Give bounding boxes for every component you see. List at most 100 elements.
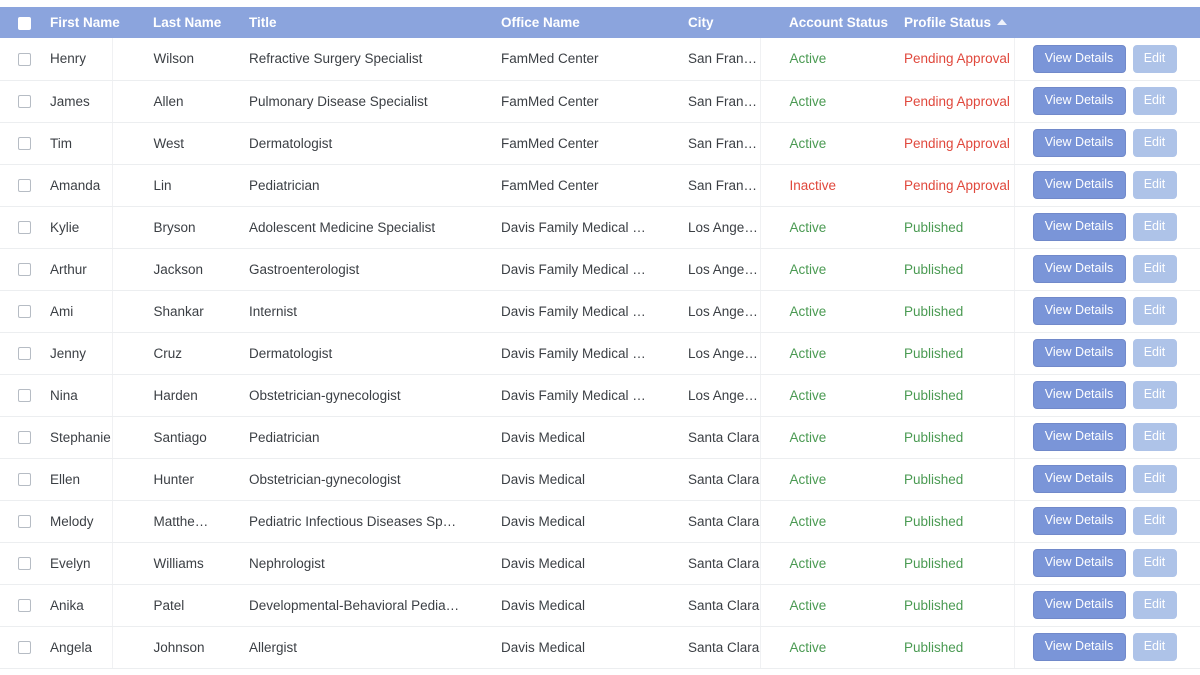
table-row[interactable]: Tim West Dermatologist FamMed Center San Fra… <box>0 122 1200 165</box>
row-select-cell[interactable] <box>0 626 42 669</box>
view-details-button[interactable]: View Details <box>1032 213 1126 241</box>
row-select-cell[interactable] <box>0 332 42 375</box>
row-select-cell[interactable] <box>0 458 42 501</box>
edit-button[interactable]: Edit <box>1132 87 1177 115</box>
cell-profile-status-text: Pending Approval <box>904 177 1010 193</box>
table-row[interactable]: Stephanie Santiago Pediatrician Davis Medic… <box>0 416 1200 459</box>
edit-button[interactable]: Edit <box>1132 465 1177 493</box>
table-row[interactable]: Henry Wilson Refractive Surgery Specialist… <box>0 38 1200 81</box>
table-row[interactable]: Arthur Jackson Gastroenterologist Davis Fam… <box>0 248 1200 291</box>
view-details-button[interactable]: View Details <box>1032 507 1126 535</box>
row-select-cell[interactable] <box>0 584 42 627</box>
edit-button[interactable]: Edit <box>1132 45 1177 73</box>
table-row[interactable]: Melody Matthews Pediatric Infectious Disea… <box>0 500 1200 543</box>
edit-button[interactable]: Edit <box>1132 171 1177 199</box>
row-checkbox[interactable] <box>18 305 31 319</box>
edit-button[interactable]: Edit <box>1132 633 1177 661</box>
row-checkbox[interactable] <box>18 599 31 613</box>
cell-office-name: FamMed Center <box>461 80 655 123</box>
edit-button[interactable]: Edit <box>1132 507 1177 535</box>
row-checkbox[interactable] <box>18 221 31 235</box>
view-details-button[interactable]: View Details <box>1032 297 1126 325</box>
table-row[interactable]: James Allen Pulmonary Disease Specialist Fa… <box>0 80 1200 123</box>
row-select-cell[interactable] <box>0 374 42 417</box>
cell-first-name-text: Kylie <box>50 219 80 235</box>
view-details-button[interactable]: View Details <box>1032 45 1126 73</box>
row-checkbox[interactable] <box>18 137 31 151</box>
table-row[interactable]: Ami Shankar Internist Davis Family Medical … <box>0 290 1200 333</box>
cell-last-name: Matthews <box>112 500 210 543</box>
row-select-cell[interactable] <box>0 290 42 333</box>
row-select-cell[interactable] <box>0 416 42 459</box>
table-row[interactable]: Evelyn Williams Nephrologist Davis Medical S… <box>0 542 1200 585</box>
cell-account-status: Active <box>760 374 879 417</box>
edit-button[interactable]: Edit <box>1132 423 1177 451</box>
edit-button[interactable]: Edit <box>1132 255 1177 283</box>
view-details-button[interactable]: View Details <box>1032 339 1126 367</box>
column-header-office-name[interactable]: Office Name <box>461 7 655 38</box>
view-details-button[interactable]: View Details <box>1032 591 1126 619</box>
row-select-cell[interactable] <box>0 500 42 543</box>
edit-button[interactable]: Edit <box>1132 213 1177 241</box>
table-row[interactable]: Jenny Cruz Dermatologist Davis Family Medic… <box>0 332 1200 375</box>
column-header-title[interactable]: Title <box>210 7 461 38</box>
cell-office-name-text: Davis Family Medical Group <box>501 303 655 319</box>
view-details-button[interactable]: View Details <box>1032 381 1126 409</box>
cell-profile-status: Published <box>879 500 1015 543</box>
row-checkbox[interactable] <box>18 347 31 361</box>
row-checkbox[interactable] <box>18 557 31 571</box>
edit-button[interactable]: Edit <box>1132 549 1177 577</box>
table-row[interactable]: Anika Patel Developmental-Behavioral Pedia… <box>0 584 1200 627</box>
column-header-select-all[interactable] <box>0 7 42 38</box>
column-header-profile-status[interactable]: Profile Status <box>879 7 1014 38</box>
cell-actions: View Details Edit <box>1014 332 1200 375</box>
edit-button[interactable]: Edit <box>1132 297 1177 325</box>
row-checkbox[interactable] <box>18 515 31 529</box>
cell-city-text: Los Angeles <box>688 219 760 235</box>
cell-office-name-text: Davis Medical <box>501 597 586 613</box>
column-header-account-status[interactable]: Account Status <box>760 7 888 38</box>
column-header-city[interactable]: City <box>655 7 760 38</box>
row-select-cell[interactable] <box>0 122 42 165</box>
row-checkbox[interactable] <box>18 641 31 655</box>
view-details-button[interactable]: View Details <box>1032 423 1126 451</box>
view-details-button[interactable]: View Details <box>1032 549 1126 577</box>
cell-last-name: Harden <box>112 374 210 417</box>
column-header-last-name[interactable]: Last Name <box>112 7 221 38</box>
row-select-cell[interactable] <box>0 248 42 291</box>
edit-button[interactable]: Edit <box>1132 591 1177 619</box>
row-select-cell[interactable] <box>0 206 42 249</box>
row-checkbox[interactable] <box>18 53 31 67</box>
table-row[interactable]: Angela Johnson Allergist Davis Medical Santa… <box>0 626 1200 669</box>
row-select-cell[interactable] <box>0 80 42 123</box>
view-details-button[interactable]: View Details <box>1032 633 1126 661</box>
row-checkbox[interactable] <box>18 389 31 403</box>
view-details-button[interactable]: View Details <box>1032 129 1126 157</box>
view-details-button[interactable]: View Details <box>1032 87 1126 115</box>
table-row[interactable]: Amanda Lin Pediatrician FamMed Center San Fr… <box>0 164 1200 207</box>
row-checkbox[interactable] <box>18 431 31 445</box>
cell-title: Developmental-Behavioral Pediatrician <box>210 584 461 627</box>
edit-button[interactable]: Edit <box>1132 339 1177 367</box>
row-checkbox[interactable] <box>18 179 31 193</box>
table-row[interactable]: Nina Harden Obstetrician-gynecologist Davis… <box>0 374 1200 417</box>
row-checkbox[interactable] <box>18 473 31 487</box>
view-details-button[interactable]: View Details <box>1032 255 1126 283</box>
row-checkbox[interactable] <box>18 95 31 109</box>
column-header-first-name[interactable]: First Name <box>42 7 120 38</box>
row-select-cell[interactable] <box>0 542 42 585</box>
row-select-cell[interactable] <box>0 164 42 207</box>
table-row[interactable]: Ellen Hunter Obstetrician-gynecologist Davi… <box>0 458 1200 501</box>
edit-button[interactable]: Edit <box>1132 381 1177 409</box>
row-checkbox[interactable] <box>18 263 31 277</box>
view-details-button[interactable]: View Details <box>1032 171 1126 199</box>
cell-first-name-text: Tim <box>50 135 72 151</box>
row-select-cell[interactable] <box>0 38 42 81</box>
select-all-checkbox[interactable] <box>18 16 31 30</box>
edit-button[interactable]: Edit <box>1132 129 1177 157</box>
table-body: Henry Wilson Refractive Surgery Specialist… <box>0 38 1200 669</box>
cell-city: San Francisco <box>655 80 761 123</box>
view-details-button[interactable]: View Details <box>1032 465 1126 493</box>
cell-title-text: Dermatologist <box>249 135 333 151</box>
table-row[interactable]: Kylie Bryson Adolescent Medicine Specialis… <box>0 206 1200 249</box>
